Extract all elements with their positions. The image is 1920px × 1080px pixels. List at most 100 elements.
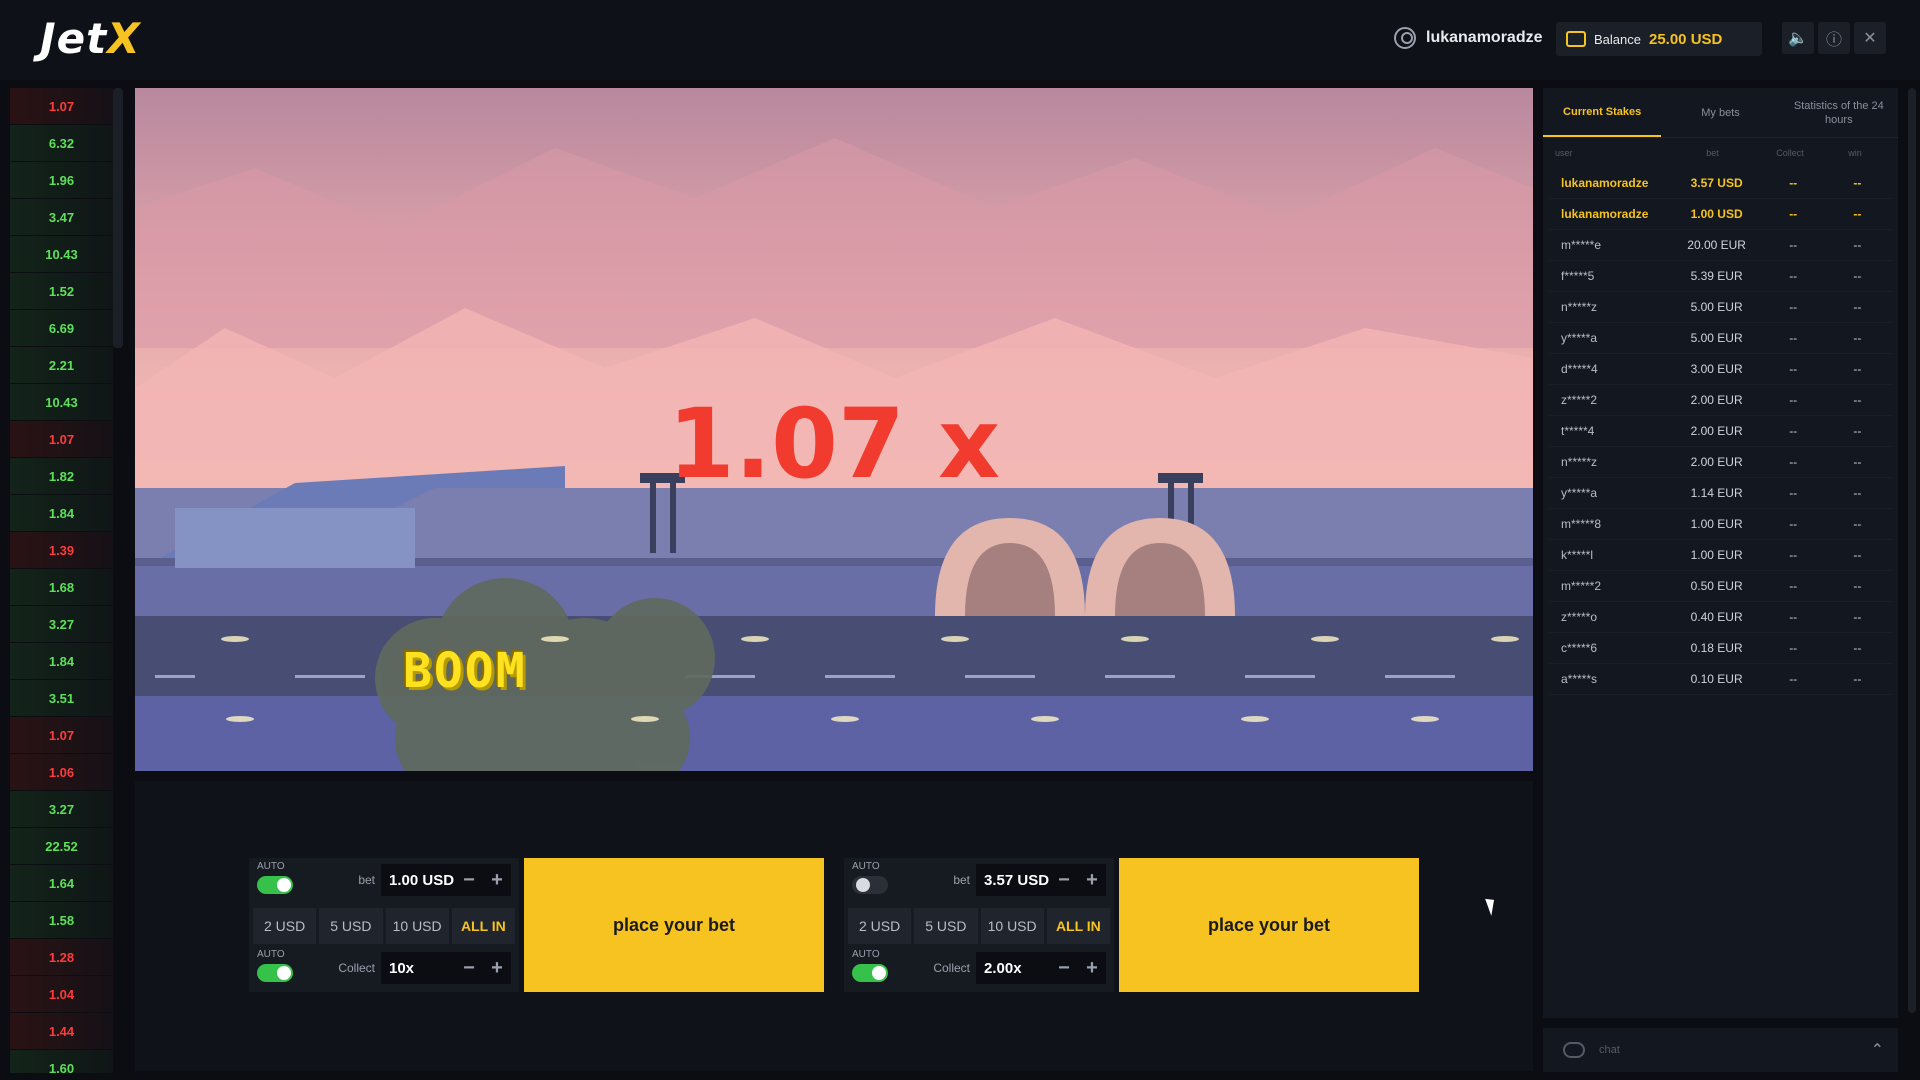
- place-bet-button-2[interactable]: place your bet: [1119, 858, 1419, 992]
- history-scrollbar[interactable]: [113, 88, 123, 348]
- toggle-switch[interactable]: [852, 876, 888, 894]
- collect-stepper-1[interactable]: 10x − +: [381, 952, 511, 984]
- stake-row: f*****5 5.39 EUR -- --: [1549, 261, 1892, 292]
- stake-user: m*****e: [1561, 238, 1602, 252]
- collect-value[interactable]: 2.00x: [984, 960, 1050, 977]
- increment-button[interactable]: +: [483, 869, 511, 892]
- stake-win: --: [1853, 207, 1862, 221]
- auto-label: AUTO: [257, 861, 285, 872]
- chip-all-in[interactable]: ALL IN: [451, 908, 515, 944]
- toggle-switch[interactable]: [257, 876, 293, 894]
- history-item: 1.07: [10, 421, 113, 458]
- history-item: 1.07: [10, 717, 113, 754]
- increment-button[interactable]: +: [483, 957, 511, 980]
- tab-my-bets[interactable]: My bets: [1661, 88, 1779, 137]
- decrement-button[interactable]: −: [1050, 957, 1078, 980]
- username: lukanamoradze: [1426, 29, 1543, 46]
- auto-collect-toggle-2[interactable]: AUTO: [852, 949, 912, 987]
- chip-10-usd[interactable]: 10 USD: [980, 908, 1044, 944]
- chat-bar[interactable]: chat ⌃: [1543, 1028, 1898, 1072]
- decrement-button[interactable]: −: [1050, 869, 1078, 892]
- balance-value: 25.00 USD: [1648, 30, 1723, 48]
- collect-value[interactable]: 10x: [389, 960, 455, 977]
- stake-user: f*****5: [1561, 269, 1595, 283]
- stake-bet: 1.00 USD: [1690, 207, 1743, 221]
- user-icon: [1394, 27, 1416, 49]
- history-item: 6.32: [10, 125, 113, 162]
- chip-10-usd[interactable]: 10 USD: [385, 908, 449, 944]
- info-button[interactable]: ⓘ: [1818, 22, 1850, 54]
- stake-win: --: [1853, 610, 1862, 624]
- increment-button[interactable]: +: [1078, 869, 1106, 892]
- history-item: 3.27: [10, 606, 113, 643]
- place-bet-button-1[interactable]: place your bet: [524, 858, 824, 992]
- toggle-switch[interactable]: [257, 964, 293, 982]
- multiplier-history[interactable]: 1.07 6.32 1.96 3.47 10.43 1.52 6.69 2.21 10.43 1.…: [10, 88, 113, 1073]
- tab-current-stakes[interactable]: Current Stakes: [1543, 88, 1662, 137]
- stake-row: t*****4 2.00 EUR -- --: [1549, 416, 1892, 447]
- balance-box: Balance 25.00 USD: [1556, 22, 1762, 56]
- stake-win: --: [1853, 300, 1862, 314]
- stake-collect: --: [1789, 331, 1798, 345]
- bet-amount-value[interactable]: 1.00 USD: [389, 872, 455, 889]
- history-item: 1.52: [10, 273, 113, 310]
- decrement-button[interactable]: −: [455, 957, 483, 980]
- quick-bet-chips-1: 2 USD 5 USD 10 USD ALL IN: [249, 908, 519, 944]
- stake-user: lukanamoradze: [1561, 207, 1649, 221]
- chip-all-in[interactable]: ALL IN: [1046, 908, 1110, 944]
- stake-collect: --: [1789, 579, 1798, 593]
- stake-bet: 0.18 EUR: [1690, 641, 1743, 655]
- chip-5-usd[interactable]: 5 USD: [319, 908, 383, 944]
- sound-button[interactable]: 🔈: [1782, 22, 1814, 54]
- sidebar-scrollbar[interactable]: [1908, 88, 1916, 1013]
- stake-row: lukanamoradze 3.57 USD -- --: [1549, 168, 1892, 199]
- chip-5-usd[interactable]: 5 USD: [914, 908, 978, 944]
- boom-text: BOOM: [403, 643, 527, 699]
- stake-win: --: [1853, 455, 1862, 469]
- chevron-up-icon[interactable]: ⌃: [1871, 1040, 1884, 1060]
- increment-button[interactable]: +: [1078, 957, 1106, 980]
- bet-panel-1: AUTO bet 1.00 USD − + 2 USD 5 USD 10 USD…: [249, 858, 519, 992]
- stake-row: c*****6 0.18 EUR -- --: [1549, 633, 1892, 664]
- stake-win: --: [1853, 641, 1862, 655]
- top-bar: JetX lukanamoradze Balance 25.00 USD 🔈 ⓘ…: [0, 0, 1920, 80]
- decrement-button[interactable]: −: [455, 869, 483, 892]
- user-info[interactable]: lukanamoradze: [1394, 27, 1542, 49]
- history-item: 1.84: [10, 495, 113, 532]
- stake-row: n*****z 5.00 EUR -- --: [1549, 292, 1892, 323]
- toggle-switch[interactable]: [852, 964, 888, 982]
- bet-amount-stepper-2[interactable]: 3.57 USD − +: [976, 864, 1106, 896]
- stake-win: --: [1853, 579, 1862, 593]
- stake-bet: 0.10 EUR: [1690, 672, 1743, 686]
- stake-collect: --: [1789, 238, 1798, 252]
- stake-user: z*****o: [1561, 610, 1598, 624]
- game-scene: 1.07 x BOOM: [135, 88, 1533, 771]
- jetx-logo: JetX: [40, 14, 141, 63]
- tab-statistics[interactable]: Statistics of the 24 hours: [1780, 88, 1898, 137]
- history-item: 10.43: [10, 384, 113, 421]
- chip-2-usd[interactable]: 2 USD: [848, 908, 912, 944]
- chip-2-usd[interactable]: 2 USD: [253, 908, 317, 944]
- auto-label: AUTO: [257, 949, 285, 960]
- bet-panel-2: AUTO bet 3.57 USD − + 2 USD 5 USD 10 USD…: [844, 858, 1114, 992]
- column-collect: Collect: [1776, 148, 1804, 158]
- stake-bet: 1.14 EUR: [1690, 486, 1743, 500]
- stake-row: m*****8 1.00 EUR -- --: [1549, 509, 1892, 540]
- wallet-icon: [1566, 31, 1586, 47]
- stakes-sidebar: Current Stakes My bets Statistics of the…: [1543, 88, 1898, 1018]
- auto-collect-toggle-1[interactable]: AUTO: [257, 949, 317, 987]
- auto-bet-toggle-1[interactable]: AUTO: [257, 861, 317, 899]
- auto-bet-toggle-2[interactable]: AUTO: [852, 861, 912, 899]
- stake-bet: 2.00 EUR: [1690, 455, 1743, 469]
- bet-amount-stepper-1[interactable]: 1.00 USD − +: [381, 864, 511, 896]
- close-button[interactable]: ✕: [1854, 22, 1886, 54]
- balance-label: Balance: [1594, 31, 1641, 47]
- collect-stepper-2[interactable]: 2.00x − +: [976, 952, 1106, 984]
- bet-label: bet: [953, 873, 970, 887]
- stake-collect: --: [1789, 455, 1798, 469]
- history-item: 1.06: [10, 754, 113, 791]
- stake-collect: --: [1789, 424, 1798, 438]
- bet-amount-value[interactable]: 3.57 USD: [984, 872, 1050, 889]
- stake-bet: 5.00 EUR: [1690, 300, 1743, 314]
- stake-row: k*****l 1.00 EUR -- --: [1549, 540, 1892, 571]
